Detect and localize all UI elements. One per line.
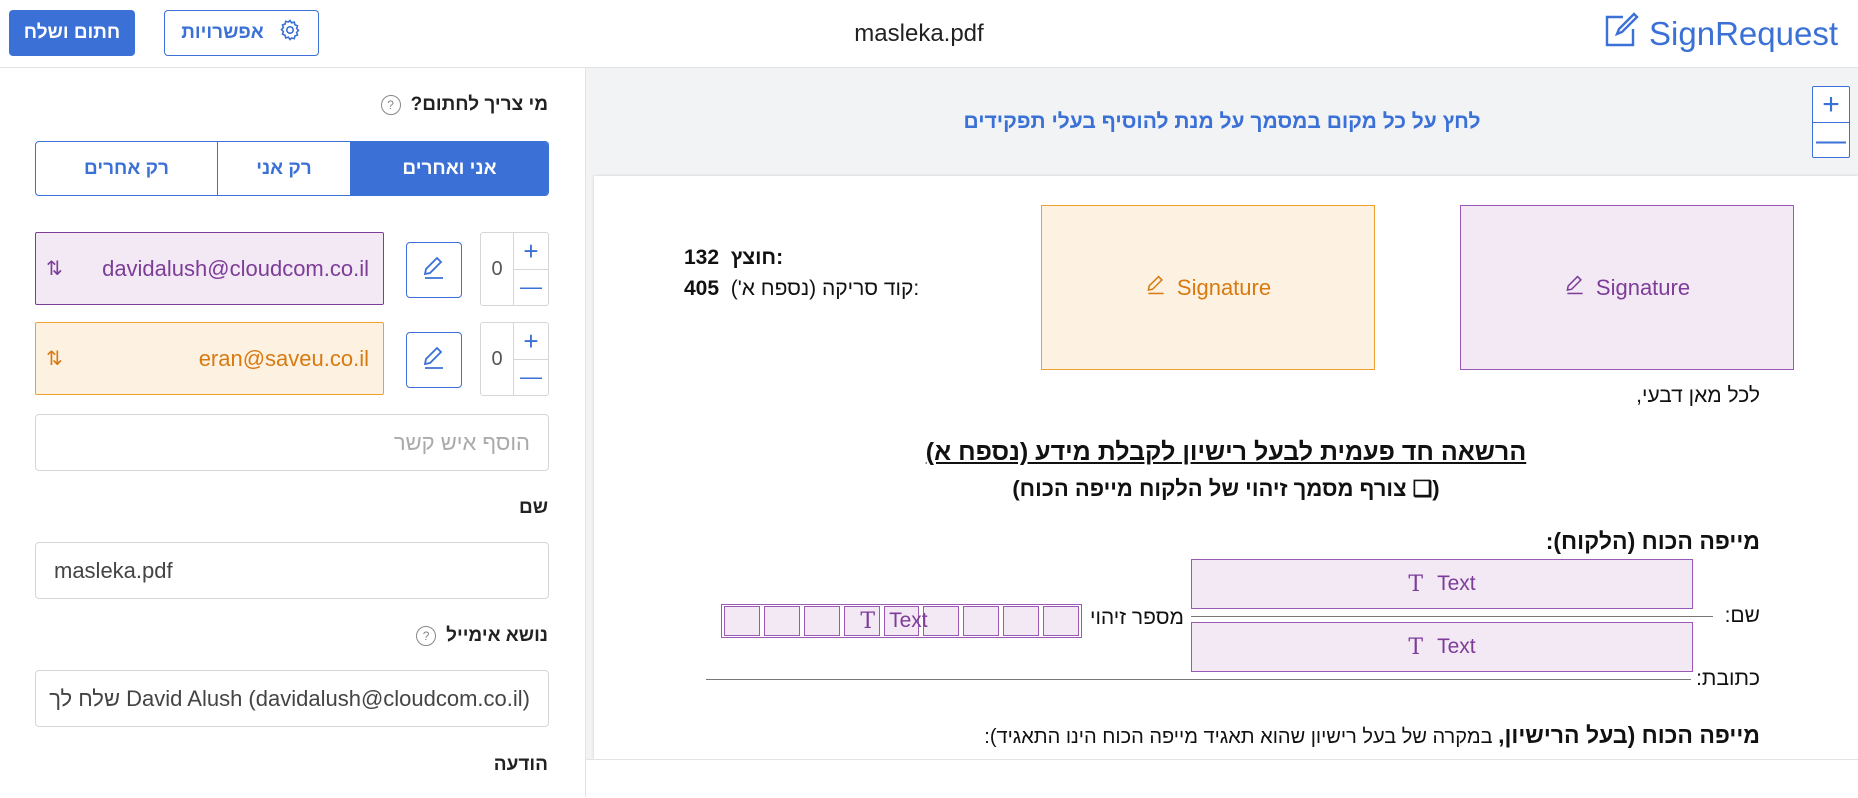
name-underline (1191, 616, 1713, 617)
options-button[interactable]: אפשרויות (164, 10, 319, 56)
segment-others-only[interactable]: רק אחרים (36, 142, 218, 195)
scan-code-label: קוד סריקה (נספח א'): (730, 277, 920, 300)
text-icon: T (1408, 571, 1424, 597)
email-subject-label: נושא אימייל (446, 625, 548, 646)
text-field-address[interactable]: T Text (1191, 622, 1693, 672)
document-viewer: לחץ על כל מקום במסמך על מנת להוסיף בעלי … (586, 68, 1858, 798)
add-contact-placeholder: הוסף איש קשר (393, 429, 530, 455)
message-label: הודעה (493, 754, 548, 775)
add-contact-input[interactable]: הוסף איש קשר (35, 414, 549, 471)
email-subject-input[interactable]: David Alush (davidalush@cloudcom.co.il) … (35, 670, 549, 727)
document-page[interactable]: Signature Signature 132 חוצץ: 405 קוד סר… (594, 176, 1858, 759)
name-field-label: שם: (1724, 604, 1760, 627)
options-label: אפשרויות (181, 22, 264, 43)
viewer-footer (586, 759, 1858, 798)
scan-code-line: 405 קוד סריקה (נספח א'): (684, 277, 919, 301)
signrequest-logo-icon (1603, 11, 1639, 57)
message-heading: הודעה (494, 754, 548, 776)
signer-1-order-stepper: 0 + — (480, 232, 549, 306)
signature-label: Signature (1595, 274, 1691, 300)
email-subject-value: David Alush (davidalush@cloudcom.co.il) … (49, 685, 530, 711)
signer-email-text: eran@saveu.co.il (198, 345, 369, 371)
licensee-line: מייפה הכוח (בעל הרישיון, במקרה של בעל רי… (984, 722, 1760, 749)
text-field-id[interactable]: T Text (834, 604, 954, 638)
segment-me-and-others[interactable]: אני ואחרים (351, 142, 548, 195)
text-field-label: Text (889, 609, 928, 632)
id-cell (763, 606, 800, 636)
signer-1-edit-button[interactable] (406, 242, 462, 298)
email-subject-heading: נושא אימייל ? (416, 625, 548, 647)
signer-2-edit-button[interactable] (406, 332, 462, 388)
greeting-text: לכל מאן דבעי, (1636, 384, 1760, 407)
id-cell (963, 606, 1000, 636)
drag-handle-icon[interactable]: ⇅ (46, 346, 63, 371)
name-input[interactable]: masleka.pdf (35, 542, 549, 599)
text-field-label: Text (1437, 635, 1476, 658)
text-field-name[interactable]: T Text (1191, 559, 1693, 609)
increment-button[interactable]: + (514, 233, 548, 270)
who-signs-heading: מי צריך לחתום? ? (380, 94, 548, 116)
serial-line: 132 חוצץ: (684, 246, 783, 270)
serial-value: 132 (684, 246, 720, 269)
help-icon[interactable]: ? (416, 626, 437, 646)
increment-button[interactable]: + (514, 323, 548, 360)
text-icon: T (1408, 634, 1424, 660)
signer-mode-toggle: רק אחרים רק אני אני ואחרים (35, 141, 549, 196)
licensee-rest-text: במקרה של בעל רישיון שהוא תאגיד מייפה הכו… (984, 726, 1499, 748)
id-cell (1003, 606, 1040, 636)
signer-email-1[interactable]: davidalush@cloudcom.co.il ⇅ (35, 232, 384, 305)
sign-and-send-button[interactable]: חתום ושלח (9, 10, 135, 56)
name-value: masleka.pdf (54, 557, 173, 583)
document-subheading-text: (❑ צורף מסמך זיהוי של הלקוח מייפה הכוח) (1012, 476, 1440, 501)
decrement-button[interactable]: — (514, 269, 548, 305)
signature-label: Signature (1176, 274, 1272, 300)
signer-2-order-stepper: 0 + — (480, 322, 549, 396)
placement-hint: לחץ על כל מקום במסמך על מנת להוסיף בעלי … (963, 110, 1481, 133)
zoom-controls: + — (1812, 86, 1850, 158)
name-heading: שם (519, 497, 548, 519)
name-label: שם (519, 497, 548, 518)
text-field-label: Text (1437, 572, 1476, 595)
licensee-bold-text: מייפה הכוח (בעל הרישיון, (1498, 722, 1760, 748)
document-subheading: (❑ צורף מסמך זיהוי של הלקוח מייפה הכוח) (594, 476, 1858, 502)
document-heading-text: הרשאה חד פעמית לבעל רישיון לקבלת מידע (נ… (925, 438, 1527, 466)
pen-icon (421, 345, 447, 376)
text-icon: T (860, 608, 876, 634)
sign-and-send-label: חתום ושלח (23, 22, 121, 43)
gear-icon (278, 18, 302, 48)
brand-logo[interactable]: SignRequest (1603, 12, 1838, 56)
serial-label: חוצץ: (730, 246, 784, 269)
pen-icon (1145, 274, 1167, 302)
segment-only-me[interactable]: רק אני (218, 142, 351, 195)
signer-1-order-value[interactable]: 0 (481, 233, 514, 305)
top-bar: חתום ושלח אפשרויות masleka.pdf SignReque… (0, 0, 1858, 68)
pen-icon (421, 255, 447, 286)
settings-panel: מי צריך לחתום? ? רק אחרים רק אני אני ואח… (0, 68, 586, 797)
document-title: masleka.pdf (854, 20, 984, 47)
signer-2-order-value[interactable]: 0 (481, 323, 514, 395)
decrement-button[interactable]: — (514, 359, 548, 395)
drag-handle-icon[interactable]: ⇅ (46, 256, 63, 281)
id-cell (1043, 606, 1080, 636)
pen-icon (1564, 274, 1586, 302)
help-icon[interactable]: ? (380, 95, 401, 115)
zoom-out-button[interactable]: — (1813, 123, 1849, 158)
brand-name: SignRequest (1649, 15, 1838, 52)
address-field-label: כתובת: (1696, 667, 1760, 690)
address-underline (706, 679, 1691, 680)
document-heading: הרשאה חד פעמית לבעל רישיון לקבלת מידע (נ… (594, 438, 1858, 467)
signature-field-signer-1[interactable]: Signature (1460, 205, 1794, 370)
signer-email-text: davidalush@cloudcom.co.il (102, 255, 369, 281)
scan-code-value: 405 (684, 277, 720, 300)
id-field-label: מספר זיהוי (1090, 606, 1184, 629)
who-signs-label: מי צריך לחתום? (410, 94, 548, 115)
zoom-in-button[interactable]: + (1813, 87, 1849, 123)
grantor-label: מייפה הכוח (הלקוח): (1545, 528, 1760, 554)
signature-field-signer-2[interactable]: Signature (1041, 205, 1375, 370)
id-cell (724, 606, 760, 636)
signer-email-2[interactable]: eran@saveu.co.il ⇅ (35, 322, 384, 395)
